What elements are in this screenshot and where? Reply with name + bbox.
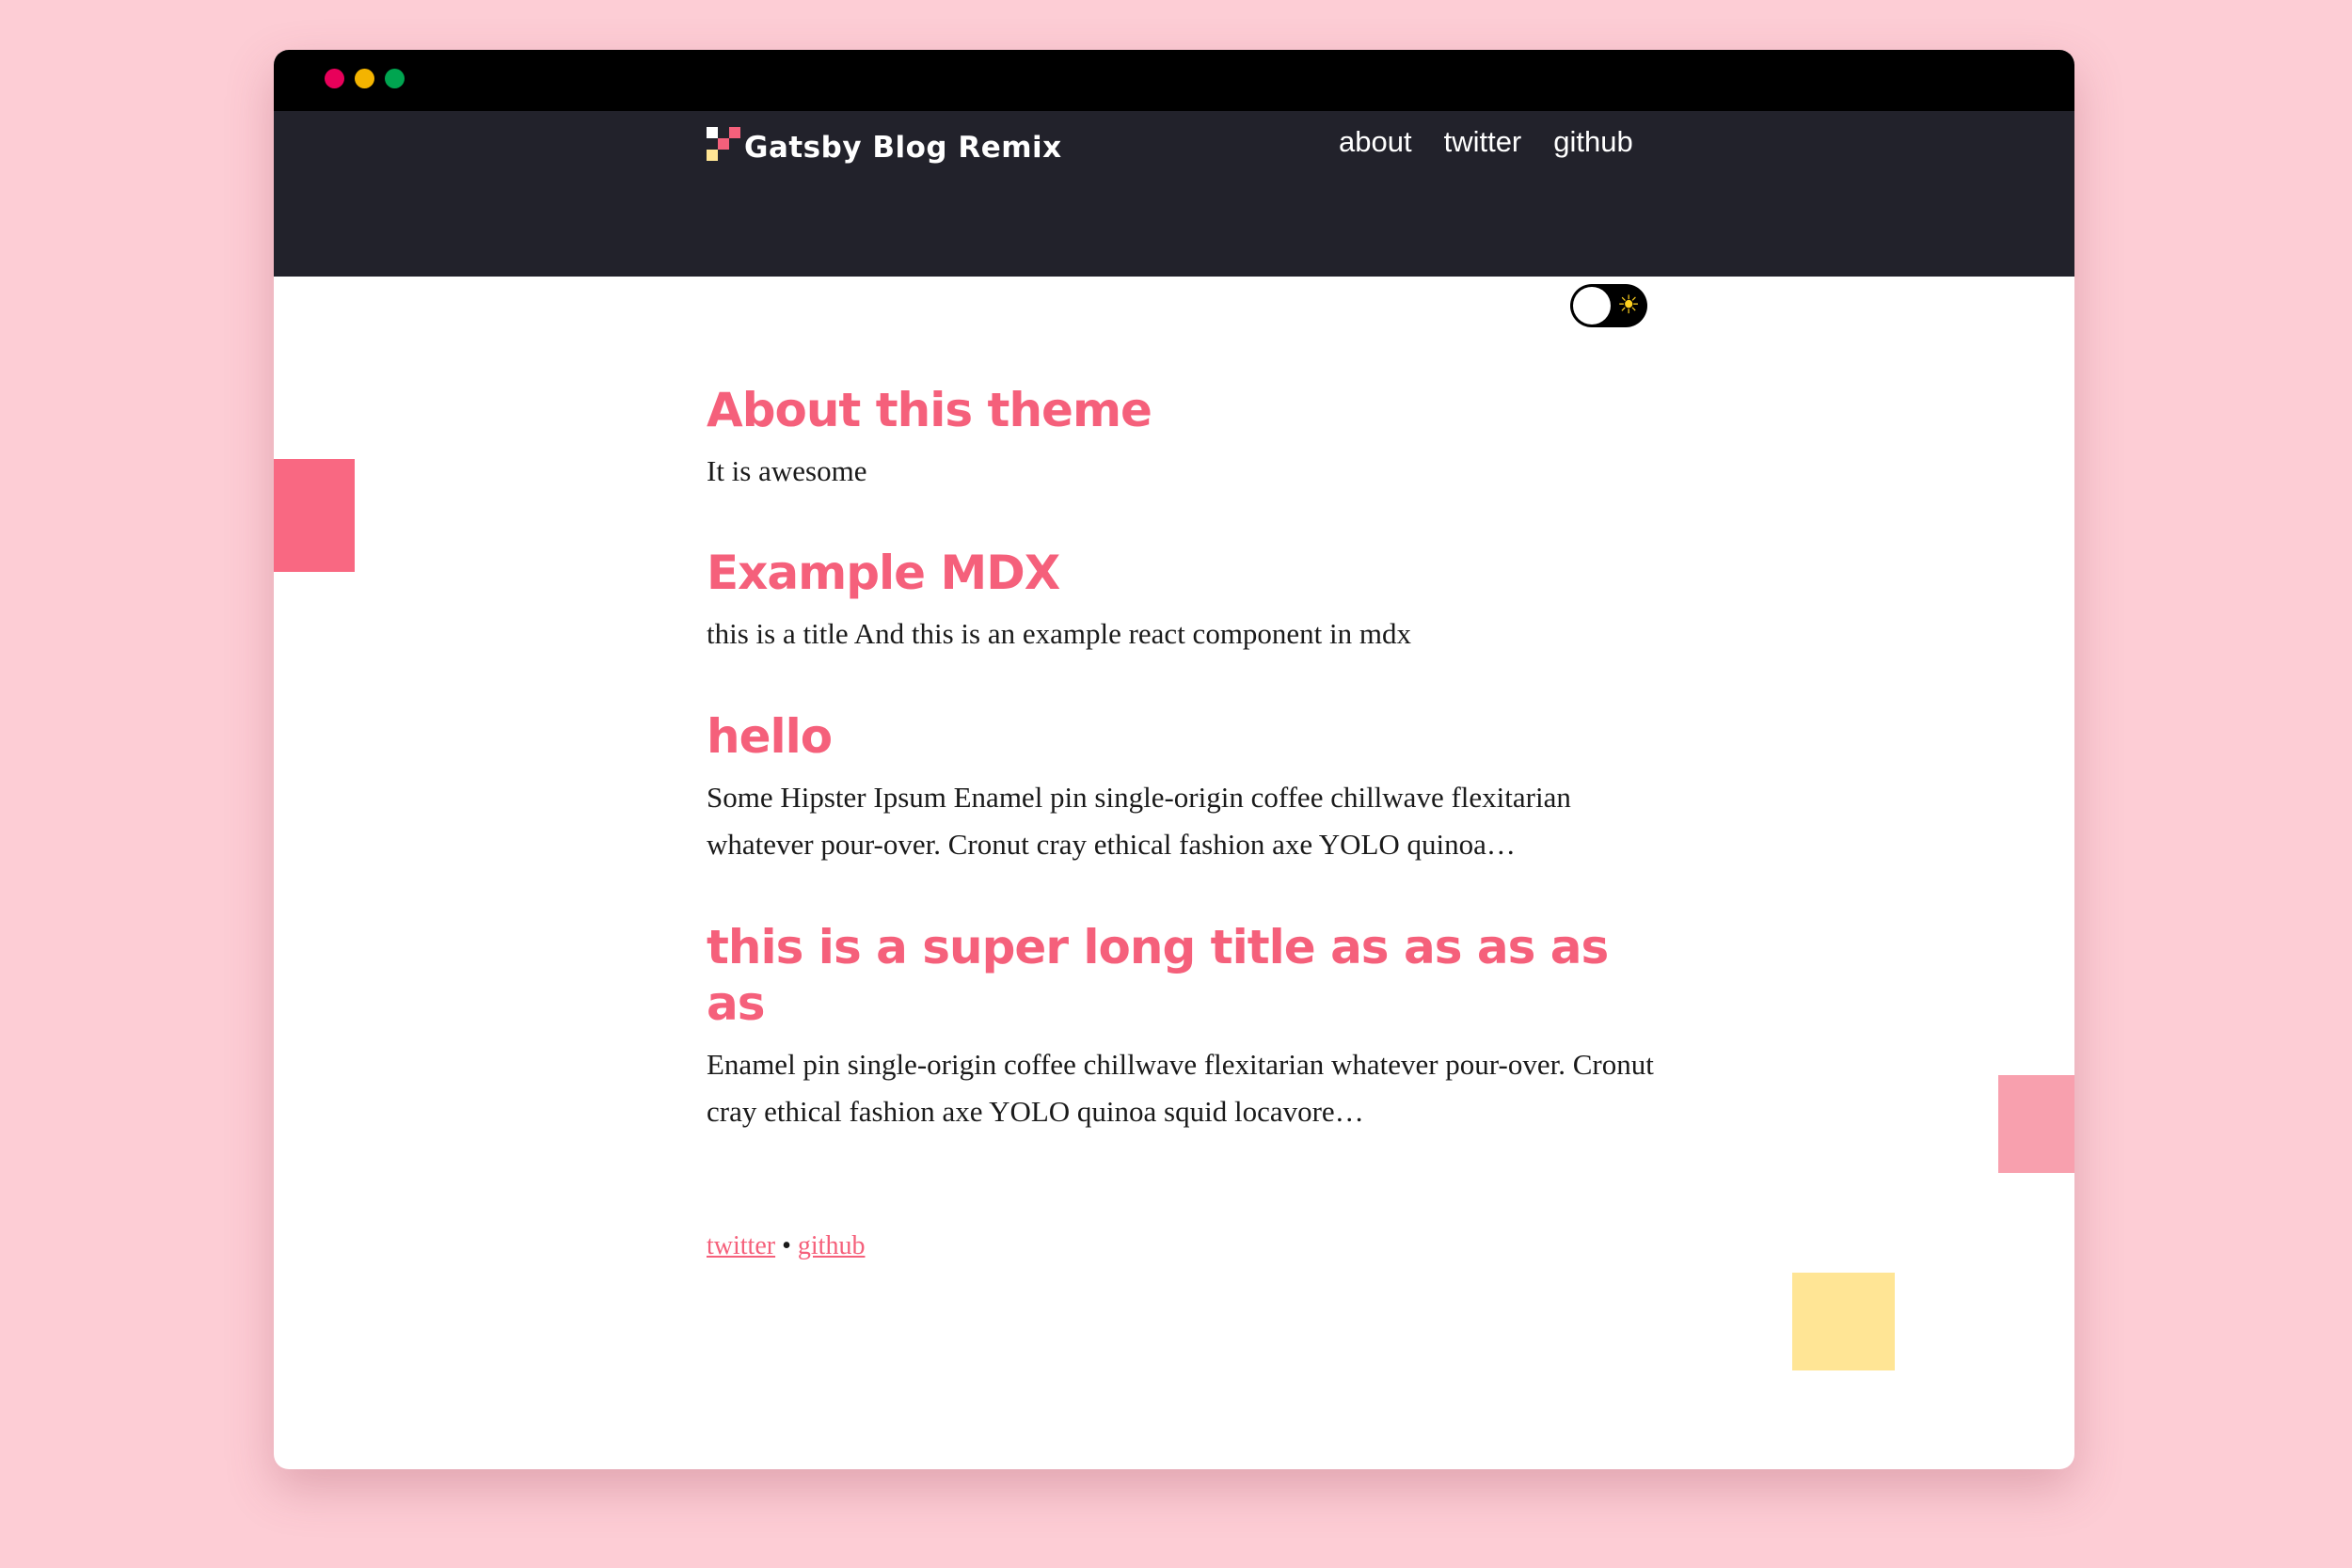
post-item: About this theme It is awesome (707, 382, 1666, 495)
main-nav: about twitter github (1339, 125, 1633, 159)
post-item: this is a super long title as as as as a… (707, 919, 1666, 1135)
post-excerpt: It is awesome (707, 454, 867, 487)
theme-toggle[interactable]: ☀ (1570, 284, 1647, 327)
site-logo[interactable]: Gatsby Blog Remix (707, 123, 1062, 165)
decorative-yellow-square (1792, 1273, 1895, 1370)
footer-separator: • (782, 1231, 791, 1260)
post-excerpt: Enamel pin single-origin coffee chillwav… (707, 1048, 1654, 1128)
post-excerpt: Some Hipster Ipsum Enamel pin single-ori… (707, 781, 1571, 861)
post-title-link[interactable]: this is a super long title as as as as a… (707, 919, 1666, 1032)
pixel-logo-icon (707, 127, 740, 161)
post-title-link[interactable]: hello (707, 708, 1666, 765)
decorative-pink-square (274, 459, 355, 572)
minimize-window-button[interactable] (355, 69, 374, 88)
post-excerpt: this is a title And this is an example r… (707, 617, 1412, 650)
browser-window: Gatsby Blog Remix about twitter github ☀… (274, 50, 2074, 1469)
nav-link-about[interactable]: about (1339, 125, 1412, 159)
maximize-window-button[interactable] (385, 69, 405, 88)
nav-link-twitter[interactable]: twitter (1444, 125, 1522, 159)
site-footer: twitter • github (707, 1231, 865, 1261)
close-window-button[interactable] (325, 69, 344, 88)
window-titlebar (274, 50, 2074, 111)
post-title-link[interactable]: About this theme (707, 382, 1666, 438)
site-header: Gatsby Blog Remix about twitter github (274, 111, 2074, 277)
post-title-link[interactable]: Example MDX (707, 545, 1666, 601)
sun-icon: ☀ (1616, 291, 1641, 320)
footer-link-github[interactable]: github (798, 1231, 866, 1260)
toggle-knob (1573, 287, 1611, 325)
post-item: Example MDX this is a title And this is … (707, 545, 1666, 657)
decorative-light-pink-square (1998, 1075, 2074, 1173)
footer-link-twitter[interactable]: twitter (707, 1231, 775, 1260)
nav-link-github[interactable]: github (1553, 125, 1632, 159)
site-title[interactable]: Gatsby Blog Remix (744, 131, 1062, 165)
post-item: hello Some Hipster Ipsum Enamel pin sing… (707, 708, 1666, 868)
